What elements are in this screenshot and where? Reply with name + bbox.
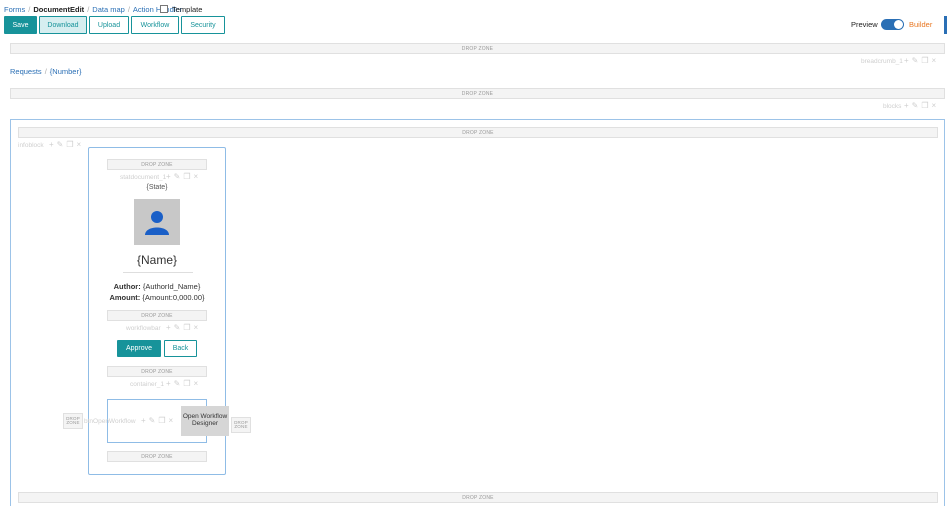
close-icon[interactable]: × <box>169 416 177 425</box>
preview-label: Preview <box>851 20 878 29</box>
requests-breadcrumb: Requests / {Number} <box>10 67 81 76</box>
control-actions: +✎❐× <box>904 56 939 65</box>
template-checkbox[interactable] <box>160 5 168 13</box>
copy-icon[interactable]: ❐ <box>66 140 76 149</box>
divider <box>123 272 193 273</box>
drop-zone[interactable]: DROP ZONE <box>231 417 251 433</box>
pencil-icon[interactable]: ✎ <box>912 56 922 65</box>
approve-button[interactable]: Approve <box>117 340 161 357</box>
drop-zone[interactable]: DROP ZONE <box>18 127 938 138</box>
preview-builder-toggle[interactable] <box>881 19 904 30</box>
close-icon[interactable]: × <box>932 101 940 110</box>
author-value: {AuthorId_Name} <box>142 282 201 291</box>
amount-value: {Amount:0,000.00} <box>142 293 205 302</box>
amount-label: Amount: <box>109 293 141 302</box>
breadcrumb-separator: / <box>44 67 47 76</box>
control-actions: +✎❐× <box>49 140 84 149</box>
copy-icon[interactable]: ❐ <box>158 416 168 425</box>
breadcrumb-separator: / <box>127 5 130 14</box>
copy-icon[interactable]: ❐ <box>183 379 193 388</box>
toggle-knob <box>894 20 903 29</box>
control-label-container: container_1 <box>130 381 164 388</box>
breadcrumb: Forms / DocumentEdit / Data map / Action Handl… <box>4 5 182 14</box>
copy-icon[interactable]: ❐ <box>921 101 931 110</box>
drop-zone[interactable]: DROP ZONE <box>107 366 207 377</box>
pencil-icon[interactable]: ✎ <box>912 101 922 110</box>
pencil-icon[interactable]: ✎ <box>174 172 184 181</box>
pencil-icon[interactable]: ✎ <box>149 416 159 425</box>
document-state: {State} <box>146 184 168 191</box>
close-icon[interactable]: × <box>194 379 202 388</box>
save-button[interactable]: Save <box>4 16 37 34</box>
drop-zone[interactable]: DROP ZONE <box>63 413 83 429</box>
back-button[interactable]: Back <box>164 340 197 357</box>
security-button[interactable]: Security <box>181 16 225 34</box>
plus-icon[interactable]: + <box>49 140 57 149</box>
control-label-open-workflow: btnOpenWorkflow <box>84 418 136 425</box>
workflow-button[interactable]: Workflow <box>131 16 179 34</box>
open-workflow-designer-button[interactable]: Open Workflow Designer <box>181 406 229 436</box>
control-label-infoblock: infoblock <box>18 142 44 149</box>
plus-icon[interactable]: + <box>166 379 174 388</box>
drop-zone[interactable]: DROP ZONE <box>107 159 207 170</box>
control-actions: +✎❐× <box>904 101 939 110</box>
close-icon[interactable]: × <box>194 172 202 181</box>
plus-icon[interactable]: + <box>904 101 912 110</box>
download-button[interactable]: Download <box>39 16 87 34</box>
amount-field: Amount: {Amount:0,000.00} <box>88 293 226 302</box>
control-label-statdocument: statdocument_1 <box>120 174 167 181</box>
author-label: Author: <box>113 282 141 291</box>
breadcrumb-separator: / <box>87 5 90 14</box>
plus-icon[interactable]: + <box>141 416 149 425</box>
drop-zone[interactable]: DROP ZONE <box>10 88 945 99</box>
template-label: Template <box>172 5 203 14</box>
control-label-breadcrumb: breadcrumb_1 <box>861 58 903 65</box>
breadcrumb-document-edit: DocumentEdit <box>33 5 85 14</box>
control-actions: +✎❐× <box>166 172 201 181</box>
plus-icon[interactable]: + <box>904 56 912 65</box>
close-icon[interactable]: × <box>77 140 85 149</box>
upload-button[interactable]: Upload <box>89 16 129 34</box>
request-number: {Number} <box>49 67 82 76</box>
document-name: {Name} <box>136 253 178 267</box>
control-label-workflowbar: workflowbar <box>126 325 161 332</box>
drop-zone[interactable]: DROP ZONE <box>18 492 938 503</box>
drop-zone[interactable]: DROP ZONE <box>107 451 207 462</box>
drop-zone-text: ZONE <box>66 420 80 425</box>
drop-zone-text: ZONE <box>234 424 248 429</box>
control-actions: +✎❐× <box>166 379 201 388</box>
drop-zone[interactable]: DROP ZONE <box>107 310 207 321</box>
pencil-icon[interactable]: ✎ <box>57 140 67 149</box>
breadcrumb-data-map[interactable]: Data map <box>92 5 125 14</box>
control-actions: +✎❐× <box>166 323 201 332</box>
control-label-blocks: blocks <box>883 103 902 110</box>
builder-label: Builder <box>909 20 933 29</box>
author-field: Author: {AuthorId_Name} <box>88 282 226 291</box>
pencil-icon[interactable]: ✎ <box>174 323 184 332</box>
plus-icon[interactable]: + <box>166 323 174 332</box>
breadcrumb-forms[interactable]: Forms <box>4 5 25 14</box>
breadcrumb-separator: / <box>28 5 31 14</box>
pencil-icon[interactable]: ✎ <box>174 379 184 388</box>
close-icon[interactable]: × <box>194 323 202 332</box>
close-icon[interactable]: × <box>932 56 940 65</box>
control-actions: +✎❐× <box>141 416 176 425</box>
copy-icon[interactable]: ❐ <box>921 56 931 65</box>
user-avatar-icon <box>134 199 180 245</box>
plus-icon[interactable]: + <box>166 172 174 181</box>
drop-zone[interactable]: DROP ZONE <box>10 43 945 54</box>
copy-icon[interactable]: ❐ <box>183 323 193 332</box>
copy-icon[interactable]: ❐ <box>183 172 193 181</box>
requests-link[interactable]: Requests <box>10 67 42 76</box>
